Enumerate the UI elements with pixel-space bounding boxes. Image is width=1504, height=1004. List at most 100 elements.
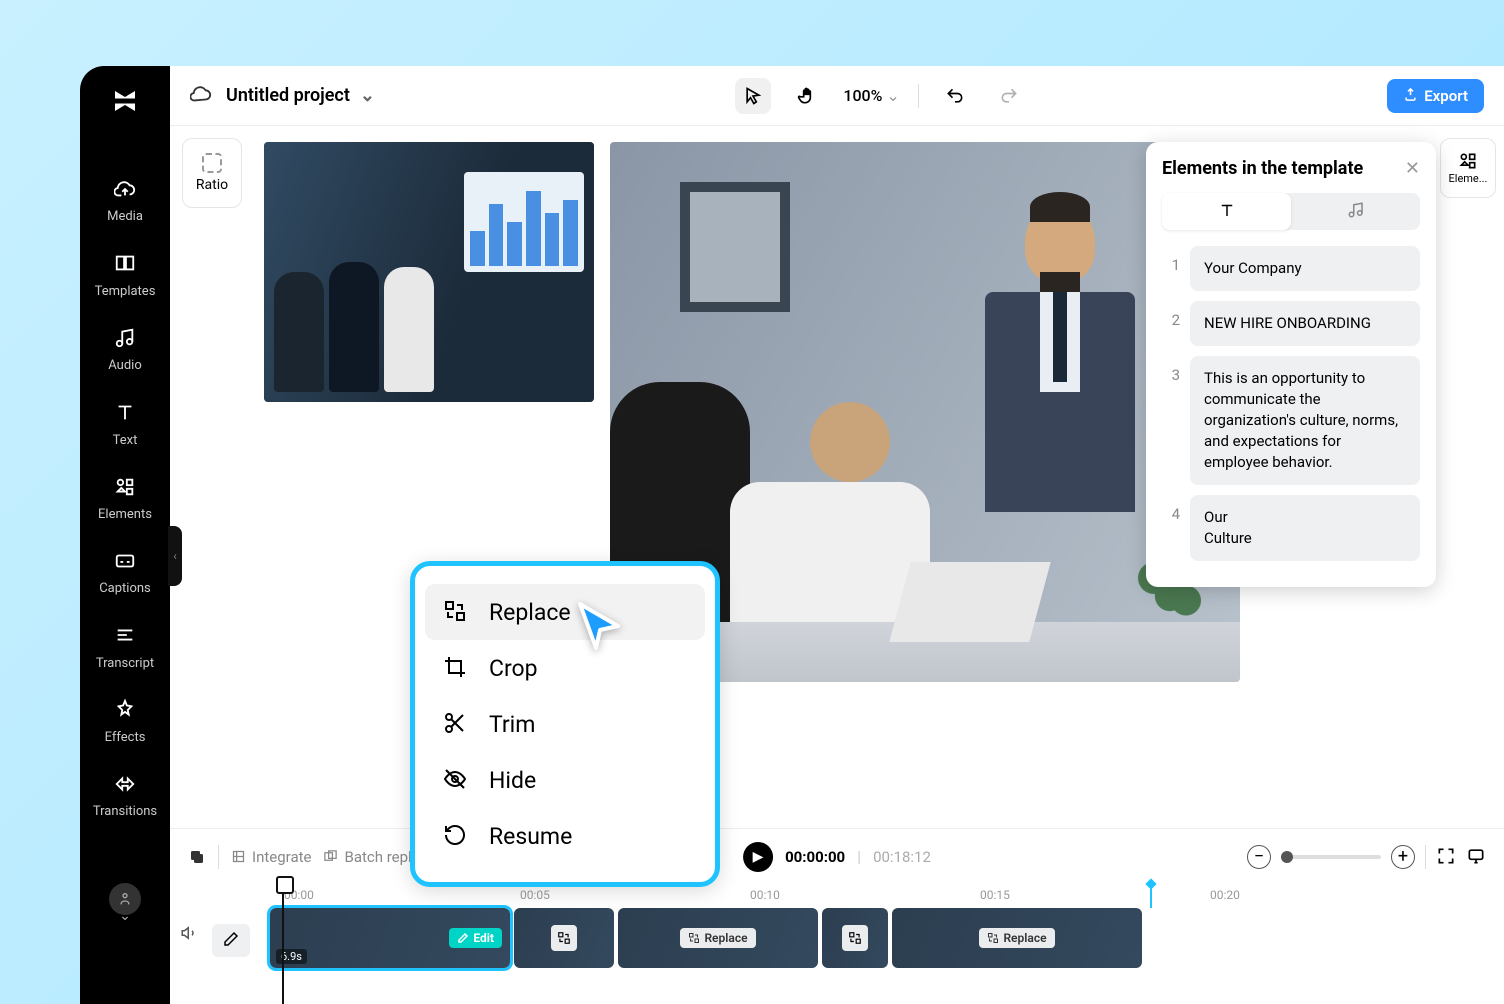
project-title[interactable]: Untitled project ⌄: [226, 85, 375, 106]
play-button[interactable]: ▶: [743, 842, 773, 872]
context-menu-label: Replace: [489, 599, 571, 626]
sidebar-label: Text: [113, 433, 138, 448]
timeline-clip[interactable]: [514, 908, 614, 968]
redo-button[interactable]: [991, 78, 1027, 114]
sidebar-item-media[interactable]: Media: [80, 174, 170, 228]
sidebar-item-effects[interactable]: Effects: [80, 695, 170, 749]
clip-replace-icon[interactable]: [551, 925, 577, 951]
export-button[interactable]: Export: [1387, 79, 1484, 113]
context-menu-replace[interactable]: Replace: [425, 584, 705, 640]
sidebar-item-text[interactable]: Text: [80, 397, 170, 451]
export-label: Export: [1424, 87, 1468, 105]
element-index: 1: [1162, 246, 1180, 274]
element-index: 3: [1162, 356, 1180, 384]
preview-button[interactable]: [1466, 846, 1486, 868]
sidebar-item-audio[interactable]: Audio: [80, 323, 170, 377]
element-row[interactable]: 4 Our Culture: [1162, 495, 1420, 561]
clip-edit-badge[interactable]: Edit: [449, 928, 502, 948]
clip-replace-label: Replace: [1003, 931, 1046, 945]
divider: [218, 845, 219, 869]
zoom-value: 100%: [843, 86, 882, 105]
pointer-tool[interactable]: [735, 78, 771, 114]
timeline-end-marker[interactable]: [1150, 884, 1152, 908]
templates-icon: [114, 252, 136, 277]
context-menu-resume[interactable]: Resume: [425, 808, 705, 864]
timeline-clip[interactable]: [822, 908, 888, 968]
crop-icon: [441, 654, 469, 682]
context-menu-hide[interactable]: Hide: [425, 752, 705, 808]
context-menu-label: Hide: [489, 767, 536, 794]
ruler-tick: 00:10: [750, 888, 780, 902]
sidebar-label: Transitions: [93, 804, 157, 819]
app-window: Media Templates Audio Text Elements: [80, 66, 1504, 1004]
close-button[interactable]: ✕: [1405, 158, 1420, 179]
chevron-down-icon: ⌄: [360, 85, 375, 106]
element-row[interactable]: 2 NEW HIRE ONBOARDING: [1162, 301, 1420, 346]
transitions-icon: [114, 773, 136, 798]
captions-icon: [114, 550, 136, 575]
sidebar-collapse-handle[interactable]: ‹: [168, 526, 182, 586]
elements-tab-text[interactable]: [1162, 193, 1291, 230]
sidebar-item-transitions[interactable]: Transitions: [80, 769, 170, 823]
undo-button[interactable]: [937, 78, 973, 114]
project-title-text: Untitled project: [226, 85, 350, 106]
sidebar-label: Templates: [95, 284, 156, 299]
playhead[interactable]: [282, 882, 284, 1004]
sidebar-item-templates[interactable]: Templates: [80, 248, 170, 302]
thumbnail-people-graphic: [274, 212, 444, 392]
context-menu-label: Trim: [489, 711, 535, 738]
layers-button[interactable]: [188, 848, 206, 866]
transport-bar: Integrate Batch replace ▶ 00:00:00 | 00:…: [170, 828, 1504, 884]
zoom-in-button[interactable]: +: [1391, 845, 1415, 869]
left-sidebar: Media Templates Audio Text Elements: [80, 66, 170, 1004]
sidebar-item-elements[interactable]: Elements: [80, 472, 170, 526]
ratio-button[interactable]: Ratio: [182, 138, 242, 208]
workspace: Ratio Eleme...: [170, 126, 1504, 828]
zoom-slider[interactable]: [1281, 855, 1381, 859]
ruler-tick: 00:05: [520, 888, 550, 902]
cloud-sync-icon[interactable]: [190, 83, 212, 108]
clip-replace-button[interactable]: Replace: [979, 928, 1054, 948]
element-text: Our Culture: [1190, 495, 1420, 561]
element-row[interactable]: 3 This is an opportunity to communicate …: [1162, 356, 1420, 485]
selected-media-thumbnail[interactable]: [264, 142, 594, 402]
sidebar-item-captions[interactable]: Captions: [80, 546, 170, 600]
elements-panel: Elements in the template ✕ 1 Your Compan…: [1146, 142, 1436, 587]
sidebar-item-transcript[interactable]: Transcript: [80, 620, 170, 674]
timeline[interactable]: 00:00 00:05 00:10 00:15 00:20 6.9s Edit: [170, 884, 1504, 1004]
zoom-level[interactable]: 100% ⌄: [843, 86, 899, 105]
effects-icon: [114, 699, 136, 724]
ratio-label: Ratio: [196, 177, 228, 193]
edit-track-button[interactable]: [212, 924, 250, 957]
element-index: 2: [1162, 301, 1180, 329]
sidebar-label: Elements: [98, 507, 152, 522]
integrate-button[interactable]: Integrate: [231, 848, 311, 866]
transcript-icon: [114, 624, 136, 649]
sidebar-more-button[interactable]: ⌄: [109, 883, 141, 915]
element-row[interactable]: 1 Your Company: [1162, 246, 1420, 291]
divider: [918, 84, 919, 108]
element-text: Your Company: [1190, 246, 1420, 291]
hand-tool[interactable]: [789, 78, 825, 114]
timeline-clip[interactable]: 6.9s Edit: [270, 908, 510, 968]
elements-tab-audio[interactable]: [1291, 193, 1420, 230]
elements-panel-title: Elements in the template: [1162, 158, 1363, 179]
timeline-clip[interactable]: Replace: [892, 908, 1142, 968]
main-area: Untitled project ⌄ 100% ⌄: [170, 66, 1504, 1004]
zoom-out-button[interactable]: −: [1247, 845, 1271, 869]
context-menu-trim[interactable]: Trim: [425, 696, 705, 752]
timeline-clip[interactable]: Replace: [618, 908, 818, 968]
mute-button[interactable]: [180, 924, 198, 957]
element-text: This is an opportunity to communicate th…: [1190, 356, 1420, 485]
context-menu-label: Resume: [489, 823, 572, 850]
cloud-upload-icon: [114, 178, 136, 203]
sidebar-label: Audio: [108, 358, 141, 373]
clip-replace-button[interactable]: Replace: [680, 928, 755, 948]
divider: [1425, 845, 1426, 869]
context-menu-crop[interactable]: Crop: [425, 640, 705, 696]
fit-button[interactable]: [1436, 846, 1456, 868]
chevron-down-icon: ⌄: [886, 86, 899, 105]
elements-panel-toggle[interactable]: Eleme...: [1440, 138, 1496, 198]
clip-replace-icon[interactable]: [842, 925, 868, 951]
elements-icon: [114, 476, 136, 501]
